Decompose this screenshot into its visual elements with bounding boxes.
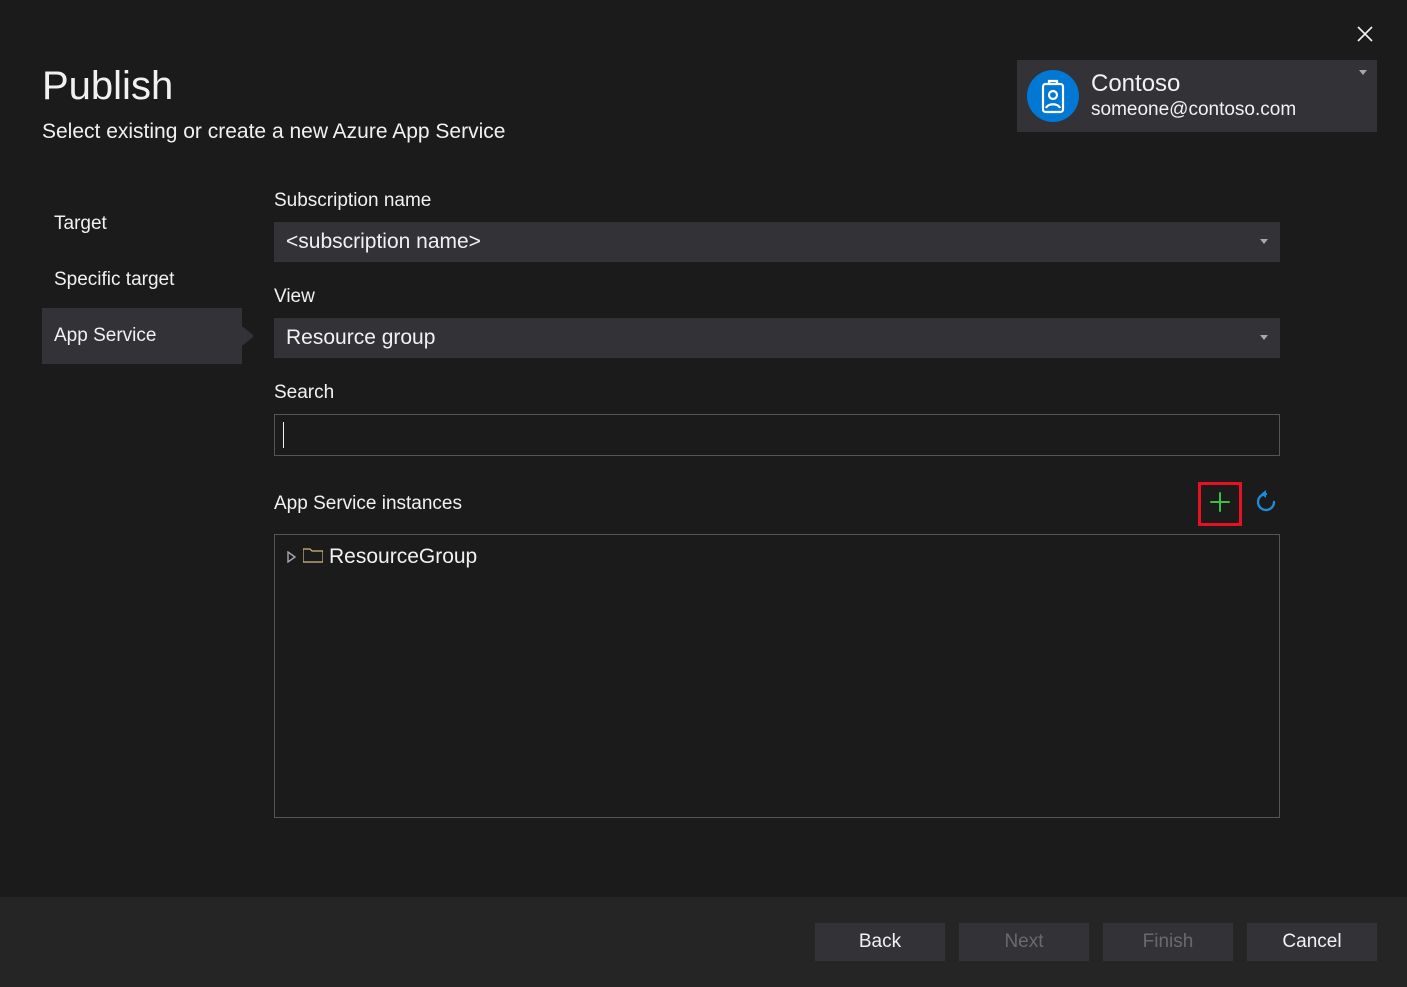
refresh-button[interactable] bbox=[1252, 490, 1280, 518]
sidebar-item-specific-target[interactable]: Specific target bbox=[42, 252, 242, 308]
subscription-dropdown[interactable]: <subscription name> bbox=[274, 222, 1280, 262]
instances-label: App Service instances bbox=[274, 493, 462, 515]
back-button[interactable]: Back bbox=[815, 923, 945, 961]
chevron-right-icon bbox=[287, 545, 297, 569]
view-label: View bbox=[274, 286, 1280, 308]
account-email: someone@contoso.com bbox=[1091, 99, 1359, 122]
search-label: Search bbox=[274, 382, 1280, 404]
account-info: Contoso someone@contoso.com bbox=[1091, 70, 1359, 122]
chevron-down-icon bbox=[1260, 335, 1268, 341]
wizard-sidebar: Target Specific target App Service bbox=[42, 196, 242, 364]
page-subtitle: Select existing or create a new Azure Ap… bbox=[42, 120, 505, 144]
account-switcher[interactable]: Contoso someone@contoso.com bbox=[1017, 60, 1377, 132]
close-button[interactable] bbox=[1355, 24, 1375, 44]
chevron-down-icon bbox=[1260, 239, 1268, 245]
search-input[interactable] bbox=[274, 414, 1280, 456]
tree-node-resourcegroup[interactable]: ResourceGroup bbox=[287, 545, 1267, 569]
subscription-value: <subscription name> bbox=[286, 230, 481, 254]
account-name: Contoso bbox=[1091, 70, 1359, 99]
instances-tree[interactable]: ResourceGroup bbox=[274, 534, 1280, 818]
view-value: Resource group bbox=[286, 326, 435, 350]
account-badge-icon bbox=[1027, 70, 1079, 122]
chevron-down-icon bbox=[1359, 70, 1367, 76]
page-title: Publish bbox=[42, 64, 173, 109]
plus-icon bbox=[1209, 491, 1231, 518]
sidebar-item-label: Target bbox=[54, 213, 107, 235]
tree-node-label: ResourceGroup bbox=[329, 545, 477, 569]
sidebar-item-target[interactable]: Target bbox=[42, 196, 242, 252]
subscription-label: Subscription name bbox=[274, 190, 1280, 212]
add-instance-button[interactable] bbox=[1198, 482, 1242, 526]
refresh-icon bbox=[1254, 490, 1278, 519]
sidebar-item-label: App Service bbox=[54, 325, 156, 347]
next-button: Next bbox=[959, 923, 1089, 961]
finish-button: Finish bbox=[1103, 923, 1233, 961]
sidebar-item-app-service[interactable]: App Service bbox=[42, 308, 242, 364]
wizard-footer: Back Next Finish Cancel bbox=[0, 897, 1407, 987]
text-cursor bbox=[283, 422, 284, 448]
view-dropdown[interactable]: Resource group bbox=[274, 318, 1280, 358]
folder-icon bbox=[303, 545, 323, 569]
sidebar-item-label: Specific target bbox=[54, 269, 174, 291]
cancel-button[interactable]: Cancel bbox=[1247, 923, 1377, 961]
